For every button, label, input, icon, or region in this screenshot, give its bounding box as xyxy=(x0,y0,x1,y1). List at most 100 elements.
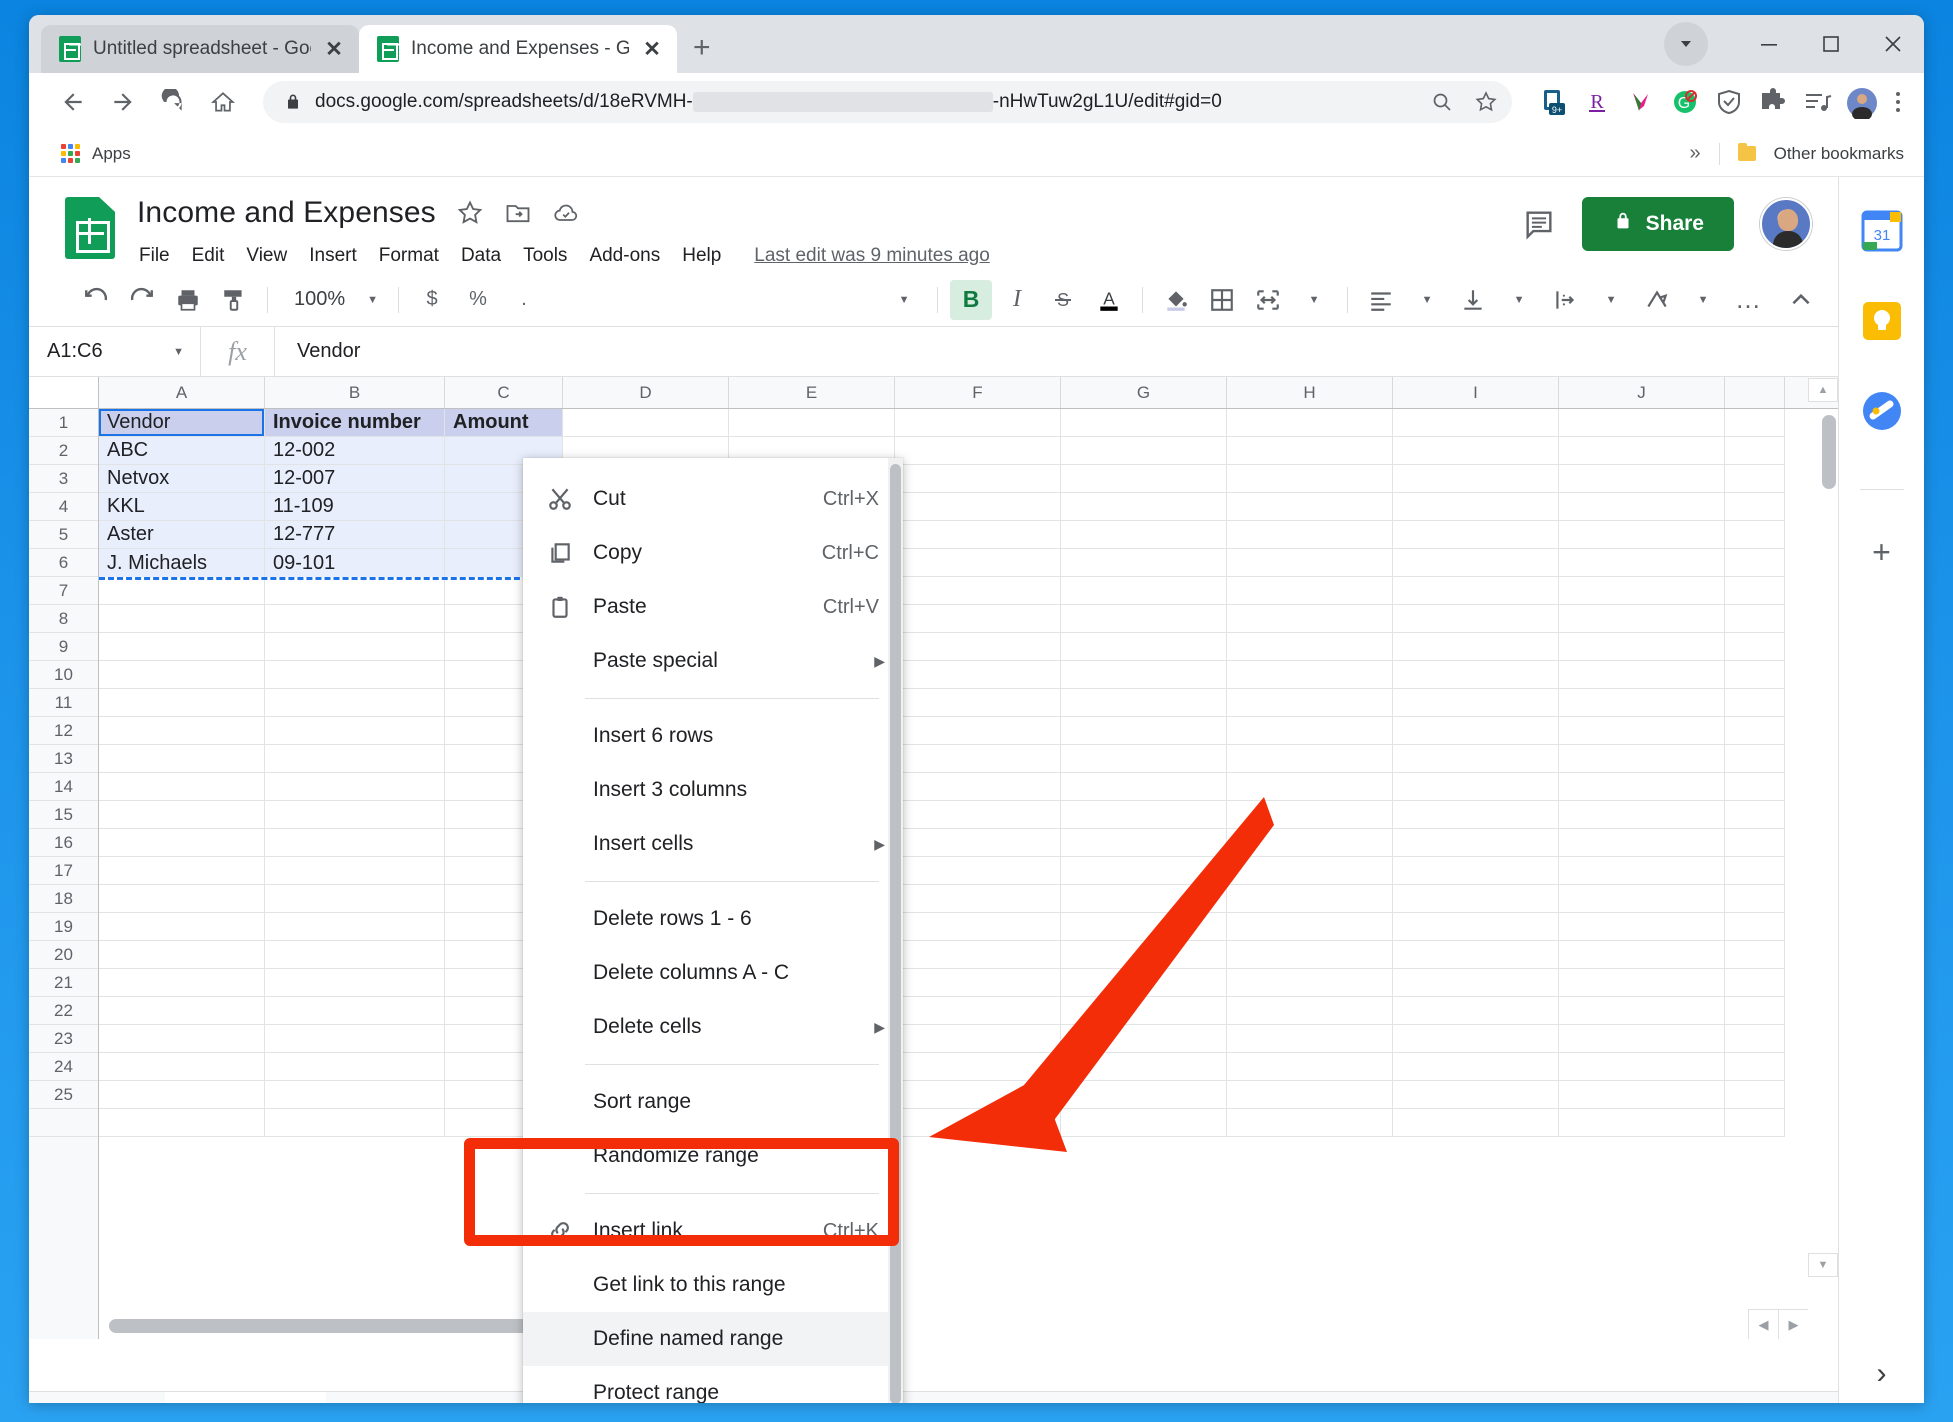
cell-I21[interactable] xyxy=(1393,969,1559,997)
vertical-scrollbar-thumb[interactable] xyxy=(1822,415,1836,489)
cell-I26[interactable] xyxy=(1393,1109,1559,1137)
add-addon-icon[interactable]: + xyxy=(1872,536,1891,568)
cell-A25[interactable] xyxy=(99,1081,265,1109)
cell-K5[interactable] xyxy=(1725,521,1785,549)
row-header-13[interactable]: 13 xyxy=(29,745,98,773)
cell-A15[interactable] xyxy=(99,801,265,829)
cell-H11[interactable] xyxy=(1227,689,1393,717)
cell-J5[interactable] xyxy=(1559,521,1725,549)
row-header-21[interactable]: 21 xyxy=(29,969,98,997)
row-header-25[interactable]: 25 xyxy=(29,1081,98,1109)
move-to-folder-icon[interactable] xyxy=(504,199,532,227)
cell-H6[interactable] xyxy=(1227,549,1393,577)
menu-view[interactable]: View xyxy=(235,241,298,271)
print-icon[interactable] xyxy=(167,280,209,320)
cell-G5[interactable] xyxy=(1061,521,1227,549)
cell-I11[interactable] xyxy=(1393,689,1559,717)
expand-rail-icon[interactable]: › xyxy=(1877,1357,1887,1391)
cell-B1[interactable]: Invoice number xyxy=(265,409,445,437)
cell-E1[interactable] xyxy=(729,409,895,437)
cell-J6[interactable] xyxy=(1559,549,1725,577)
cell-J23[interactable] xyxy=(1559,1025,1725,1053)
cell-K9[interactable] xyxy=(1725,633,1785,661)
cell-I24[interactable] xyxy=(1393,1053,1559,1081)
row-header-24[interactable]: 24 xyxy=(29,1053,98,1081)
halign-chevron-icon[interactable]: ▼ xyxy=(1406,280,1448,320)
cell-J20[interactable] xyxy=(1559,941,1725,969)
text-color-button[interactable]: A xyxy=(1088,280,1130,320)
zoom-selector[interactable]: 100% ▼ xyxy=(280,288,386,311)
rotation-chevron-icon[interactable]: ▼ xyxy=(1682,280,1724,320)
cell-B16[interactable] xyxy=(265,829,445,857)
scroll-right-button[interactable]: ▶ xyxy=(1778,1309,1808,1339)
cell-H4[interactable] xyxy=(1227,493,1393,521)
cell-J7[interactable] xyxy=(1559,577,1725,605)
document-title[interactable]: Income and Expenses xyxy=(137,196,436,230)
cell-B14[interactable] xyxy=(265,773,445,801)
cell-K14[interactable] xyxy=(1725,773,1785,801)
cell-A5[interactable]: Aster xyxy=(99,521,265,549)
cell-K20[interactable] xyxy=(1725,941,1785,969)
menu-item-sort-range[interactable]: Sort range xyxy=(523,1075,903,1129)
cell-J8[interactable] xyxy=(1559,605,1725,633)
menu-file[interactable]: File xyxy=(137,241,181,271)
cell-I7[interactable] xyxy=(1393,577,1559,605)
row-header-10[interactable]: 10 xyxy=(29,661,98,689)
currency-format-button[interactable]: $ xyxy=(411,280,453,320)
cell-B19[interactable] xyxy=(265,913,445,941)
cell-A17[interactable] xyxy=(99,857,265,885)
cell-B11[interactable] xyxy=(265,689,445,717)
cell-A11[interactable] xyxy=(99,689,265,717)
shield-icon[interactable] xyxy=(1714,87,1744,117)
chevron-down-icon[interactable] xyxy=(1664,22,1708,66)
cell-K15[interactable] xyxy=(1725,801,1785,829)
column-header-B[interactable]: B xyxy=(265,377,445,408)
text-rotation-button[interactable] xyxy=(1636,280,1678,320)
notes-badge-icon[interactable]: 9+ xyxy=(1538,87,1568,117)
star-icon[interactable] xyxy=(456,199,484,227)
cell-F10[interactable] xyxy=(895,661,1061,689)
cell-J14[interactable] xyxy=(1559,773,1725,801)
share-button[interactable]: Share xyxy=(1582,197,1734,251)
cell-I9[interactable] xyxy=(1393,633,1559,661)
cell-I10[interactable] xyxy=(1393,661,1559,689)
cell-H7[interactable] xyxy=(1227,577,1393,605)
merge-chevron-icon[interactable]: ▼ xyxy=(1293,280,1335,320)
cell-F2[interactable] xyxy=(895,437,1061,465)
row-header-8[interactable]: 8 xyxy=(29,605,98,633)
cell-K23[interactable] xyxy=(1725,1025,1785,1053)
cell-D1[interactable] xyxy=(563,409,729,437)
cell-B24[interactable] xyxy=(265,1053,445,1081)
sheet-tab-expenses[interactable]: Expenses xyxy=(326,1392,470,1404)
valign-chevron-icon[interactable]: ▼ xyxy=(1498,280,1540,320)
cloud-saved-icon[interactable] xyxy=(552,199,580,227)
cell-K1[interactable] xyxy=(1725,409,1785,437)
cell-I5[interactable] xyxy=(1393,521,1559,549)
cell-H1[interactable] xyxy=(1227,409,1393,437)
menu-item-insert-rows[interactable]: Insert 6 rows xyxy=(523,709,903,763)
percent-format-button[interactable]: % xyxy=(457,280,499,320)
menu-format[interactable]: Format xyxy=(368,241,450,271)
menu-help[interactable]: Help xyxy=(671,241,732,271)
cell-B2[interactable]: 12-002 xyxy=(265,437,445,465)
cell-H2[interactable] xyxy=(1227,437,1393,465)
cell-A23[interactable] xyxy=(99,1025,265,1053)
cell-B10[interactable] xyxy=(265,661,445,689)
browser-tab-1[interactable]: Untitled spreadsheet - Google Sh ✕ xyxy=(41,25,359,73)
cell-H12[interactable] xyxy=(1227,717,1393,745)
cell-I17[interactable] xyxy=(1393,857,1559,885)
sum-status-chip[interactable]: Sum: $2,267 ▼ xyxy=(1558,1403,1742,1404)
google-calendar-icon[interactable]: 31 xyxy=(1860,209,1904,253)
cell-F4[interactable] xyxy=(895,493,1061,521)
row-header-6[interactable]: 6 xyxy=(29,549,98,577)
cell-J2[interactable] xyxy=(1559,437,1725,465)
add-sheet-icon[interactable]: + xyxy=(53,1399,109,1404)
cell-J18[interactable] xyxy=(1559,885,1725,913)
column-header-H[interactable]: H xyxy=(1227,377,1393,408)
cell-J9[interactable] xyxy=(1559,633,1725,661)
cell-I16[interactable] xyxy=(1393,829,1559,857)
cell-G10[interactable] xyxy=(1061,661,1227,689)
column-header-E[interactable]: E xyxy=(729,377,895,408)
cell-I18[interactable] xyxy=(1393,885,1559,913)
cell-J19[interactable] xyxy=(1559,913,1725,941)
